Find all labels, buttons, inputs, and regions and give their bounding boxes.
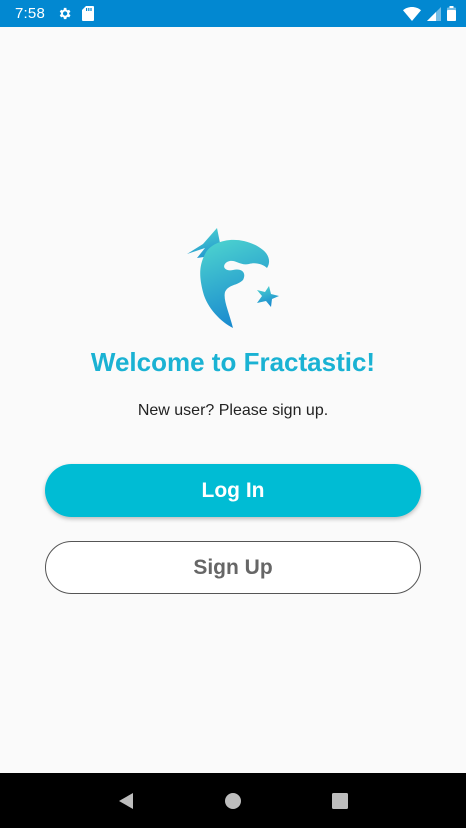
settings-icon xyxy=(57,6,72,21)
fractastic-logo xyxy=(183,224,283,330)
welcome-title: Welcome to Fractastic! xyxy=(90,347,376,377)
status-left-icons xyxy=(57,6,94,21)
navigation-bar xyxy=(0,773,466,828)
battery-icon xyxy=(447,6,456,21)
recents-icon[interactable] xyxy=(320,781,360,821)
status-time: 7:58 xyxy=(15,5,45,22)
signup-prompt-text: New user? Please sign up. xyxy=(137,402,329,419)
home-icon[interactable] xyxy=(213,781,253,821)
login-button-label: Log In xyxy=(201,478,265,502)
signal-icon xyxy=(427,6,441,21)
wifi-icon xyxy=(403,6,421,21)
sd-card-icon xyxy=(82,6,94,21)
back-icon[interactable] xyxy=(106,781,146,821)
app-screen: 7:58 Welcome to Fractastic! New user? Pl… xyxy=(0,0,466,828)
signup-button[interactable]: Sign Up xyxy=(45,541,421,594)
signup-button-label: Sign Up xyxy=(193,555,273,579)
login-button[interactable]: Log In xyxy=(45,464,421,517)
status-right-icons xyxy=(403,6,456,21)
status-bar: 7:58 xyxy=(0,0,466,27)
